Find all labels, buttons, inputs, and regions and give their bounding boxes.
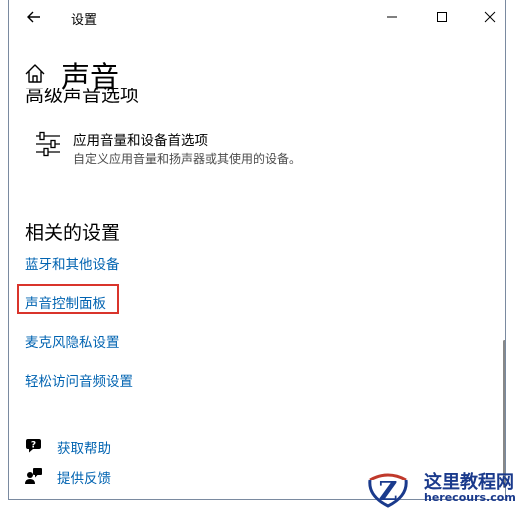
minimize-button[interactable] (381, 6, 403, 28)
bluetooth-devices-link[interactable]: 蓝牙和其他设备 (25, 253, 120, 273)
help-chat-icon: ? (26, 439, 41, 453)
back-button[interactable] (23, 6, 45, 28)
maximize-icon (437, 12, 447, 22)
app-volume-preferences-item[interactable]: 应用音量和设备首选项 自定义应用音量和扬声器或其使用的设备。 (35, 130, 455, 170)
advanced-section-title: 高级声音选项 (25, 88, 140, 106)
watermark-logo: Z 这里教程网 herecours.com (366, 466, 516, 509)
ease-of-access-audio-link[interactable]: 轻松访问音频设置 (25, 370, 133, 390)
home-icon (25, 64, 45, 83)
get-help-label: 获取帮助 (57, 441, 111, 457)
feedback-label: 提供反馈 (57, 471, 111, 487)
svg-text:?: ? (31, 441, 36, 451)
feedback-person-icon (25, 468, 42, 484)
related-settings-title: 相关的设置 (25, 222, 121, 244)
app-volume-description: 自定义应用音量和扬声器或其使用的设备。 (73, 152, 302, 166)
title-bar: 设置 (9, 0, 505, 34)
window-title: 设置 (71, 13, 98, 28)
sound-control-panel-link[interactable]: 声音控制面板 (25, 292, 106, 312)
settings-window: 设置 声音 高级声音选项 应用音量和设备首选项 自定义应用音量和扬声器或其使用的… (8, 0, 506, 500)
watermark-badge-icon: Z (368, 473, 408, 508)
close-button[interactable] (479, 6, 501, 28)
watermark-url: herecours.com (424, 491, 516, 504)
home-button[interactable] (23, 62, 47, 86)
minimize-icon (387, 16, 397, 18)
feedback-link[interactable]: 提供反馈 (25, 466, 225, 488)
sliders-icon (36, 131, 60, 157)
close-icon (484, 11, 496, 23)
maximize-button[interactable] (431, 6, 453, 28)
back-arrow-icon (27, 11, 40, 23)
app-volume-title: 应用音量和设备首选项 (73, 133, 208, 149)
svg-text:Z: Z (379, 477, 398, 507)
get-help-link[interactable]: ? 获取帮助 (25, 436, 225, 458)
content-scroll-area[interactable]: 高级声音选项 应用音量和设备首选项 自定义应用音量和扬声器或其使用的设备。 相关… (9, 88, 505, 499)
microphone-privacy-link[interactable]: 麦克风隐私设置 (25, 331, 120, 351)
